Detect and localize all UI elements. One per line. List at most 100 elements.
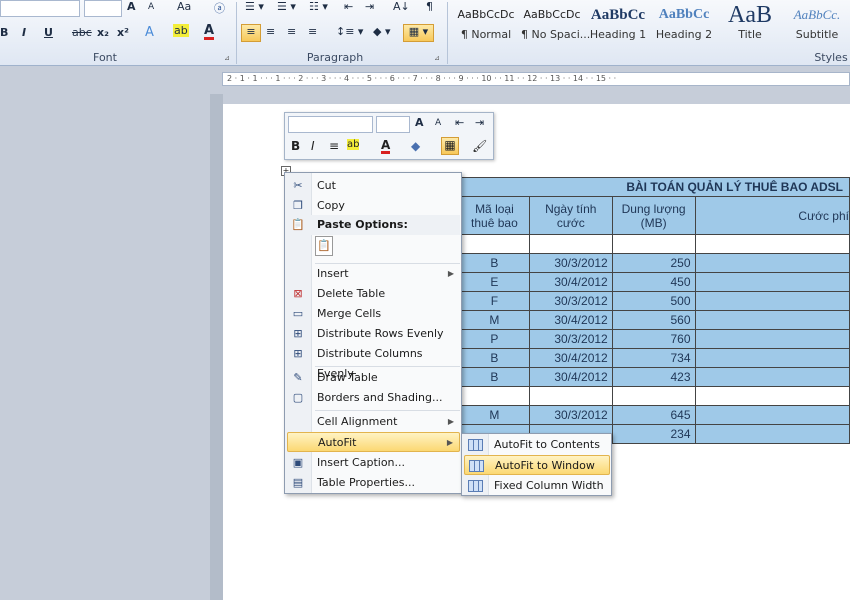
table-cell[interactable]	[459, 234, 530, 254]
table-header-cell[interactable]: Mã loại thuê bao	[459, 196, 530, 235]
table-cell[interactable]	[694, 424, 850, 444]
menu-item-autofit-contents[interactable]: AutoFit to Contents	[464, 435, 610, 455]
menu-item-fixed-column-width[interactable]: Fixed Column Width	[464, 476, 610, 496]
menu-item-copy[interactable]: ❐ Copy	[287, 196, 460, 216]
table-cell[interactable]: 423	[611, 367, 696, 387]
table-cell[interactable]	[694, 329, 850, 349]
table-cell[interactable]	[528, 386, 613, 406]
table-cell[interactable]: 30/3/2012	[528, 291, 613, 311]
shading-icon[interactable]: ◆ ▾	[373, 25, 390, 38]
table-cell[interactable]	[528, 234, 613, 254]
grow-font-button[interactable]: A	[127, 0, 136, 13]
increase-indent-icon[interactable]: ⇥	[365, 0, 374, 13]
menu-item-delete-table[interactable]: ⊠ Delete Table	[287, 284, 460, 304]
menu-item-cell-alignment[interactable]: Cell Alignment ▶	[287, 412, 460, 432]
style-heading-2[interactable]: AaBbCc Heading 2	[653, 2, 715, 44]
font-size-combo[interactable]	[84, 0, 122, 17]
table-cell[interactable]	[611, 386, 696, 406]
numbering-icon[interactable]: ☰ ▾	[277, 0, 296, 13]
menu-item-borders-shading[interactable]: ▢ Borders and Shading...	[287, 388, 460, 408]
table-header-cell[interactable]: Cước phí	[694, 196, 850, 235]
menu-item-distribute-columns[interactable]: ⊞ Distribute Columns Evenly	[287, 344, 460, 380]
table-cell[interactable]: 234	[611, 424, 696, 444]
font-dialog-launcher-icon[interactable]: ⊿	[224, 54, 230, 62]
subscript-button[interactable]: x₂	[97, 26, 109, 39]
menu-item-table-properties[interactable]: ▤ Table Properties...	[287, 473, 460, 493]
mini-increase-indent-icon[interactable]: ⇥	[475, 116, 484, 129]
table-cell[interactable]	[694, 310, 850, 330]
align-right-icon[interactable]: ≡	[287, 25, 296, 38]
table-cell[interactable]	[694, 367, 850, 387]
table-cell[interactable]	[611, 234, 696, 254]
sort-button[interactable]: A↓	[393, 0, 410, 13]
paste-keep-formatting-icon[interactable]: 📋	[315, 236, 333, 256]
table-cell[interactable]: 560	[611, 310, 696, 330]
line-spacing-icon[interactable]: ↕≡ ▾	[336, 25, 363, 38]
menu-item-distribute-rows[interactable]: ⊞ Distribute Rows Evenly	[287, 324, 460, 344]
borders-icon[interactable]: ▦ ▾	[403, 24, 434, 42]
table-cell[interactable]: 30/4/2012	[528, 367, 613, 387]
table-cell[interactable]: 450	[611, 272, 696, 292]
change-case-button[interactable]: Aa	[177, 0, 191, 13]
superscript-button[interactable]: x²	[117, 26, 129, 39]
table-cell[interactable]: 645	[611, 405, 696, 425]
table-cell[interactable]: 250	[611, 253, 696, 273]
mini-borders-button[interactable]: ▦	[441, 137, 459, 155]
table-header-cell[interactable]: Ngày tính cước	[528, 196, 613, 235]
table-cell[interactable]: E	[459, 272, 530, 292]
table-header-cell[interactable]: Dung lượng (MB)	[611, 196, 696, 235]
table-cell[interactable]: B	[459, 348, 530, 368]
table-cell[interactable]: 30/3/2012	[528, 405, 613, 425]
document-table[interactable]: BÀI TOÁN QUẢN LÝ THUÊ BAO ADSL Mã loại t…	[459, 177, 850, 444]
align-left-icon[interactable]: ≡	[241, 24, 261, 42]
table-cell[interactable]: 30/3/2012	[528, 329, 613, 349]
mini-font-color-button[interactable]: A	[381, 139, 391, 154]
menu-item-cut[interactable]: ✂ Cut	[287, 176, 460, 196]
mini-font-size-combo[interactable]	[376, 116, 410, 133]
font-color-button[interactable]: A	[204, 24, 215, 40]
menu-item-insert-caption[interactable]: ▣ Insert Caption...	[287, 453, 460, 473]
shrink-font-button[interactable]: A	[148, 2, 154, 12]
table-cell[interactable]: P	[459, 329, 530, 349]
menu-item-insert[interactable]: Insert ▶	[287, 264, 460, 284]
table-cell[interactable]	[694, 405, 850, 425]
table-cell[interactable]: 734	[611, 348, 696, 368]
table-cell[interactable]	[459, 386, 530, 406]
table-cell[interactable]: F	[459, 291, 530, 311]
table-cell[interactable]: 760	[611, 329, 696, 349]
table-cell[interactable]	[694, 272, 850, 292]
style-title[interactable]: AaB Title	[720, 2, 780, 44]
font-name-combo[interactable]	[0, 0, 80, 17]
table-cell[interactable]	[694, 348, 850, 368]
mini-decrease-indent-icon[interactable]: ⇤	[455, 116, 464, 129]
menu-item-draw-table[interactable]: ✎ Draw Table	[287, 368, 460, 388]
table-cell[interactable]: 30/4/2012	[528, 272, 613, 292]
highlight-button[interactable]: ab	[173, 24, 189, 37]
show-marks-button[interactable]: ¶	[426, 0, 433, 13]
mini-font-name-combo[interactable]	[288, 116, 373, 133]
align-center-icon[interactable]: ≡	[266, 25, 275, 38]
table-title-cell[interactable]: BÀI TOÁN QUẢN LÝ THUÊ BAO ADSL	[459, 177, 850, 197]
style-no-spacing[interactable]: AaBbCcDc ¶ No Spaci...	[521, 2, 590, 44]
style-subtitle[interactable]: AaBbCc. Subtitle	[786, 2, 848, 44]
table-cell[interactable]	[694, 291, 850, 311]
justify-icon[interactable]: ≡	[308, 25, 317, 38]
table-cell[interactable]: 500	[611, 291, 696, 311]
bullets-icon[interactable]: ☰ ▾	[245, 0, 264, 13]
table-cell[interactable]: M	[459, 310, 530, 330]
clear-format-icon[interactable]: ⓐ	[214, 0, 225, 16]
mini-shading-button[interactable]: ◆	[411, 139, 420, 153]
table-cell[interactable]: 30/3/2012	[528, 253, 613, 273]
table-cell[interactable]: B	[459, 253, 530, 273]
mini-italic-button[interactable]: I	[311, 139, 315, 153]
text-effects-button[interactable]: A	[145, 25, 154, 40]
menu-item-autofit-window[interactable]: AutoFit to Window	[464, 455, 610, 475]
paragraph-dialog-launcher-icon[interactable]: ⊿	[434, 54, 440, 62]
menu-item-autofit[interactable]: AutoFit ▶	[287, 432, 460, 452]
underline-button[interactable]: U	[44, 26, 53, 39]
mini-format-painter-button[interactable]: 🖌	[472, 139, 487, 153]
multilevel-list-icon[interactable]: ☷ ▾	[309, 0, 328, 13]
menu-item-merge-cells[interactable]: ▭ Merge Cells	[287, 304, 460, 324]
style-heading-1[interactable]: AaBbCc Heading 1	[589, 2, 647, 44]
table-cell[interactable]: 30/4/2012	[528, 310, 613, 330]
